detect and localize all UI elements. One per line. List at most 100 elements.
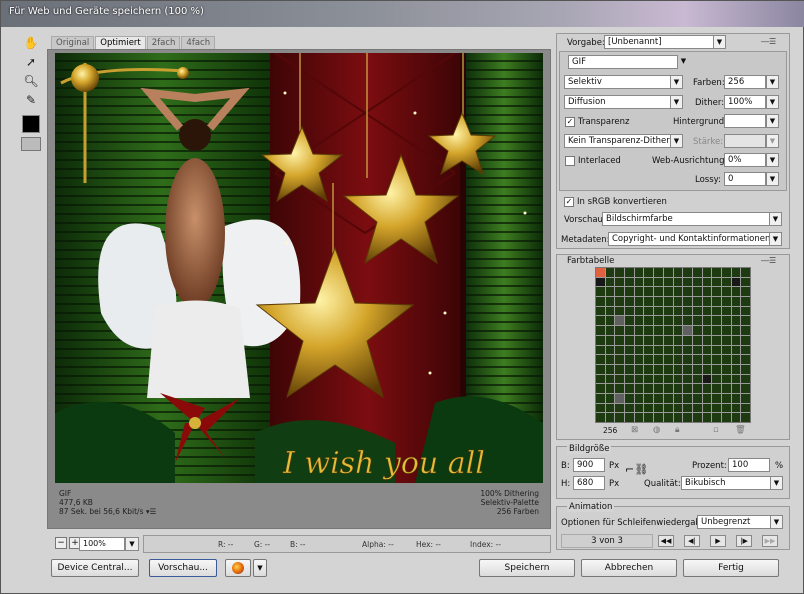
color-swatch[interactable] bbox=[683, 374, 692, 384]
color-swatch[interactable] bbox=[712, 268, 721, 277]
color-swatch[interactable] bbox=[644, 335, 654, 345]
color-swatch[interactable] bbox=[683, 297, 692, 306]
color-swatch[interactable] bbox=[712, 384, 721, 393]
color-swatch[interactable] bbox=[644, 393, 654, 403]
color-swatch[interactable] bbox=[663, 403, 673, 413]
color-swatch[interactable] bbox=[654, 297, 663, 306]
color-swatch[interactable] bbox=[654, 306, 663, 316]
color-swatch[interactable] bbox=[596, 413, 605, 422]
color-swatch[interactable] bbox=[683, 316, 692, 326]
matte-dropdown-icon[interactable]: ▼ bbox=[766, 114, 779, 128]
metadata-dropdown-icon[interactable]: ▼ bbox=[769, 232, 782, 246]
color-swatch[interactable] bbox=[673, 277, 683, 287]
color-swatch[interactable] bbox=[721, 316, 731, 326]
color-swatch[interactable] bbox=[634, 393, 644, 403]
color-swatch[interactable] bbox=[644, 326, 654, 335]
color-swatch[interactable] bbox=[712, 374, 721, 384]
color-swatch[interactable] bbox=[712, 316, 721, 326]
color-swatch[interactable] bbox=[741, 403, 750, 413]
color-swatch[interactable] bbox=[654, 335, 663, 345]
optimized-image-preview[interactable]: I wish you all bbox=[55, 53, 543, 483]
color-swatch[interactable] bbox=[731, 345, 741, 355]
tab-original[interactable]: Original bbox=[51, 36, 95, 50]
color-swatch[interactable] bbox=[605, 335, 615, 345]
color-swatch[interactable] bbox=[683, 364, 692, 374]
color-swatch[interactable] bbox=[596, 316, 605, 326]
colors-field[interactable]: 256 bbox=[724, 75, 766, 89]
color-swatch[interactable] bbox=[673, 393, 683, 403]
color-swatch[interactable] bbox=[741, 268, 750, 277]
color-swatch[interactable] bbox=[683, 287, 692, 297]
delete-color-icon[interactable]: 🗑︎ bbox=[735, 425, 746, 435]
color-swatch[interactable] bbox=[721, 374, 731, 384]
settings-menu-icon[interactable]: ―☰ bbox=[761, 37, 776, 46]
color-swatch[interactable] bbox=[721, 277, 731, 287]
color-swatch[interactable] bbox=[702, 326, 712, 335]
color-swatch[interactable] bbox=[673, 326, 683, 335]
color-swatch[interactable] bbox=[605, 403, 615, 413]
color-swatch[interactable] bbox=[605, 306, 615, 316]
color-swatch[interactable] bbox=[605, 374, 615, 384]
color-swatch[interactable] bbox=[615, 355, 625, 364]
color-swatch[interactable] bbox=[654, 403, 663, 413]
color-swatch[interactable] bbox=[596, 326, 605, 335]
format-select[interactable]: GIF bbox=[568, 55, 678, 69]
color-swatch[interactable] bbox=[673, 316, 683, 326]
color-swatch[interactable] bbox=[683, 413, 692, 422]
color-swatch[interactable] bbox=[702, 393, 712, 403]
color-swatch[interactable] bbox=[634, 287, 644, 297]
color-swatch[interactable] bbox=[692, 384, 702, 393]
constrain-proportions-icon[interactable]: ⌐⛓ bbox=[625, 463, 648, 476]
color-swatch[interactable] bbox=[683, 393, 692, 403]
color-swatch[interactable] bbox=[625, 306, 634, 316]
color-swatch[interactable] bbox=[741, 287, 750, 297]
color-swatch[interactable] bbox=[721, 335, 731, 345]
color-swatch[interactable] bbox=[702, 306, 712, 316]
color-swatch[interactable] bbox=[692, 393, 702, 403]
color-swatch[interactable] bbox=[673, 287, 683, 297]
color-swatch[interactable] bbox=[634, 297, 644, 306]
color-swatch[interactable] bbox=[634, 355, 644, 364]
color-swatch[interactable] bbox=[625, 268, 634, 277]
color-swatch[interactable] bbox=[605, 268, 615, 277]
color-swatch[interactable] bbox=[605, 413, 615, 422]
preview-button[interactable]: Vorschau... bbox=[149, 559, 217, 577]
color-swatch[interactable] bbox=[683, 355, 692, 364]
color-swatch[interactable] bbox=[615, 364, 625, 374]
color-swatch[interactable] bbox=[731, 403, 741, 413]
color-swatch[interactable] bbox=[596, 364, 605, 374]
color-swatch[interactable] bbox=[721, 326, 731, 335]
color-swatch[interactable] bbox=[615, 335, 625, 345]
color-swatch[interactable] bbox=[605, 345, 615, 355]
zoom-tool-icon[interactable]: 🔍︎ bbox=[21, 72, 41, 90]
height-field[interactable]: 680 bbox=[573, 476, 605, 490]
color-swatch[interactable] bbox=[596, 393, 605, 403]
color-swatch[interactable] bbox=[663, 364, 673, 374]
color-swatch[interactable] bbox=[692, 345, 702, 355]
color-swatch[interactable] bbox=[741, 393, 750, 403]
color-swatch[interactable] bbox=[683, 384, 692, 393]
color-swatch[interactable] bbox=[692, 277, 702, 287]
color-swatch[interactable] bbox=[644, 277, 654, 287]
color-swatch[interactable] bbox=[634, 403, 644, 413]
color-swatch[interactable] bbox=[741, 413, 750, 422]
color-swatch[interactable] bbox=[625, 364, 634, 374]
color-swatch[interactable] bbox=[634, 277, 644, 287]
color-swatch[interactable] bbox=[596, 287, 605, 297]
color-swatch[interactable] bbox=[654, 316, 663, 326]
tab-2up[interactable]: 2fach bbox=[146, 36, 181, 50]
color-swatch[interactable] bbox=[712, 335, 721, 345]
color-swatch[interactable] bbox=[663, 413, 673, 422]
preset-select[interactable]: [Unbenannt] bbox=[604, 35, 714, 49]
color-swatch[interactable] bbox=[683, 345, 692, 355]
color-swatch[interactable] bbox=[692, 335, 702, 345]
color-swatch[interactable] bbox=[625, 297, 634, 306]
transparency-dither-select[interactable]: Kein Transparenz-Dither bbox=[564, 134, 671, 148]
color-swatch[interactable] bbox=[692, 297, 702, 306]
play-icon[interactable]: ▶ bbox=[710, 535, 726, 547]
color-swatch[interactable] bbox=[741, 355, 750, 364]
color-swatch[interactable] bbox=[692, 316, 702, 326]
color-swatch[interactable] bbox=[625, 335, 634, 345]
cancel-button[interactable]: Abbrechen bbox=[581, 559, 677, 577]
color-swatch[interactable] bbox=[712, 345, 721, 355]
